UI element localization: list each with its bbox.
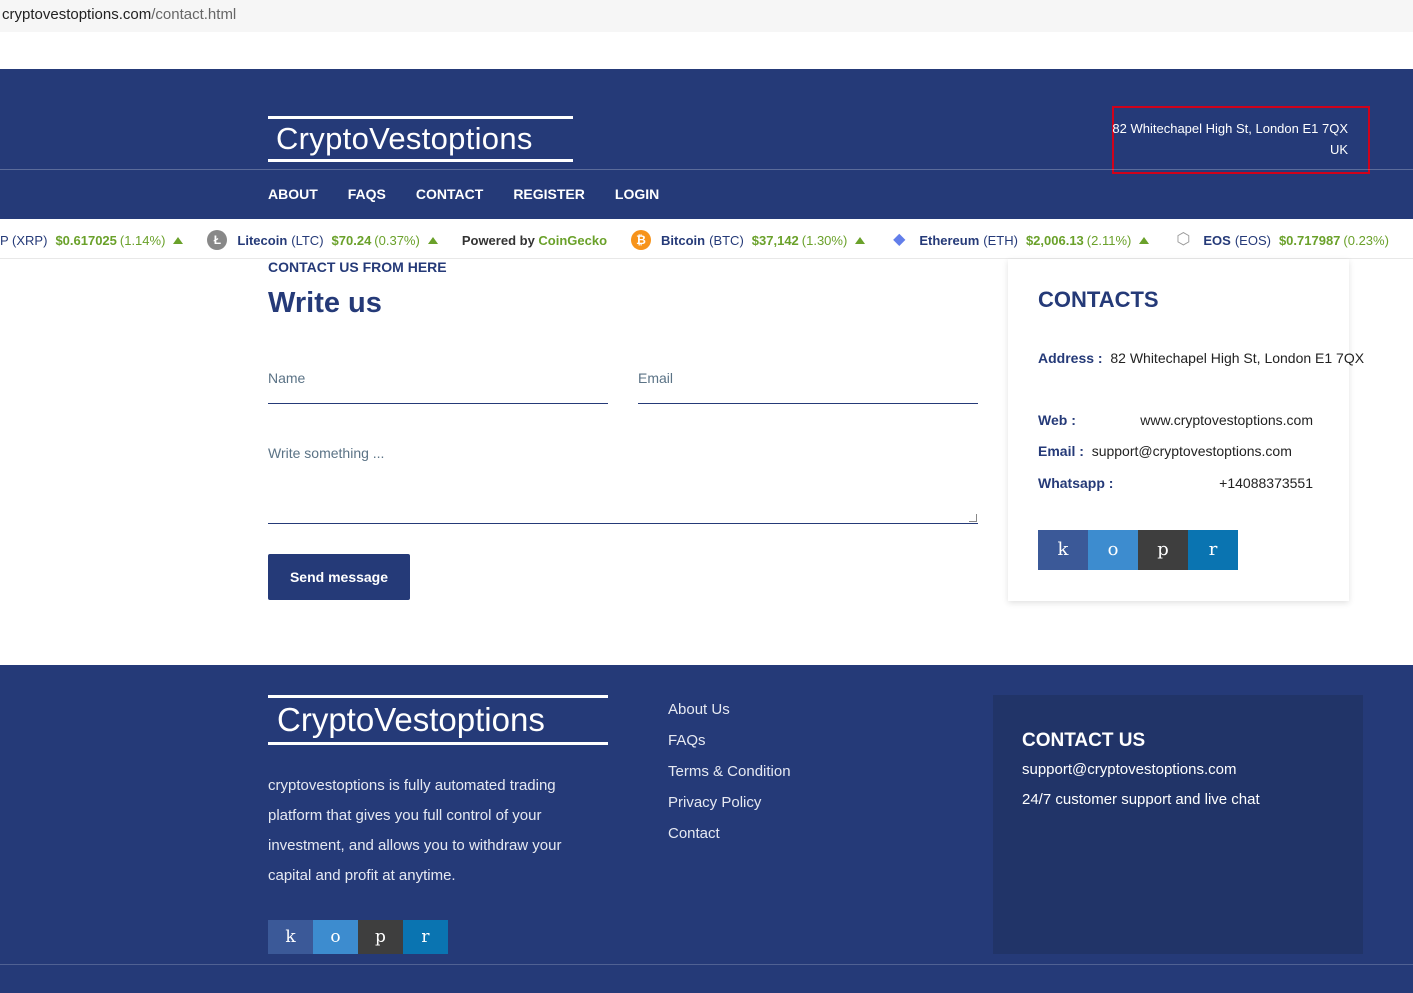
url-text[interactable]: cryptovestoptions.com/contact.html [2, 6, 236, 23]
price-ticker: P (XRP) $0.617025 (1.14%) Ł Litecoin (LT… [0, 219, 1413, 259]
footer-contact-title: CONTACT US [1022, 730, 1146, 751]
ticker-item-xrp[interactable]: P (XRP) $0.617025 (1.14%) [0, 233, 184, 248]
nav-faqs[interactable]: FAQS [348, 186, 386, 202]
bitcoin-icon: ₿ [631, 230, 652, 250]
contacts-title: CONTACTS [1038, 287, 1159, 312]
footer-description: cryptovestoptions is fully automated tra… [268, 777, 562, 884]
footer-contact-box: CONTACT US support@cryptovestoptions.com… [993, 695, 1363, 954]
contact-whatsapp: Whatsapp : +14088373551 [1038, 475, 1313, 491]
section-subtitle: CONTACT US FROM HERE [268, 259, 447, 275]
address-line-1: 82 Whitechapel High St, London E1 7QX [1112, 121, 1348, 136]
ethereum-icon: ◆ [893, 231, 906, 248]
nav-login[interactable]: LOGIN [615, 186, 659, 202]
footer-social-links: k o p r [268, 920, 448, 954]
spacer [0, 32, 1413, 69]
resize-handle-icon[interactable] [969, 514, 977, 522]
footer-link-privacy[interactable]: Privacy Policy [668, 794, 791, 825]
up-arrow-icon [173, 236, 184, 244]
address-line-2: UK [1329, 142, 1348, 157]
eos-icon: ⬡ [1176, 231, 1191, 248]
up-arrow-icon [855, 236, 866, 244]
address-bar[interactable]: cryptovestoptions.com/contact.html [0, 0, 1413, 32]
contacts-card: CONTACTS Address : 82 Whitechapel High S… [1008, 259, 1364, 601]
message-placeholder: Write something ... [268, 445, 385, 461]
main-nav: ABOUT FAQS CONTACT REGISTER LOGIN [268, 186, 659, 202]
footer-contact-email[interactable]: support@cryptovestoptions.com [1022, 761, 1237, 778]
footer-logo[interactable]: CryptoVestoptions [268, 695, 608, 745]
twitter-icon[interactable]: o [1088, 530, 1138, 570]
site-header: CryptoVestoptions 82 Whitechapel High St… [0, 69, 1413, 219]
nav-register[interactable]: REGISTER [513, 186, 585, 202]
facebook-icon[interactable]: k [1038, 530, 1088, 570]
email-input[interactable]: Email [638, 362, 978, 404]
up-arrow-icon [427, 236, 438, 244]
ticker-track: P (XRP) $0.617025 (1.14%) Ł Litecoin (LT… [0, 230, 1413, 250]
footer-link-about[interactable]: About Us [668, 701, 791, 732]
contact-web: Web : www.cryptovestoptions.com [1038, 412, 1313, 428]
card-social-links: k o p r [1038, 530, 1238, 570]
name-input[interactable]: Name [268, 362, 608, 404]
email-placeholder: Email [638, 370, 674, 386]
header-divider [0, 169, 1413, 170]
site-footer: CryptoVestoptions cryptovestoptions is f… [0, 665, 1413, 993]
nav-about[interactable]: ABOUT [268, 186, 318, 202]
footer-link-faqs[interactable]: FAQs [668, 732, 791, 763]
footer-link-terms[interactable]: Terms & Condition [668, 763, 791, 794]
litecoin-icon: Ł [207, 230, 228, 250]
twitter-icon[interactable]: o [313, 920, 358, 954]
ticker-item-eos[interactable]: ⬡ EOS (EOS) $0.717987 (0.23%) [1173, 230, 1389, 250]
footer-link-contact[interactable]: Contact [668, 825, 791, 856]
linkedin-icon[interactable]: r [403, 920, 448, 954]
contact-address: Address : 82 Whitechapel High St, London… [1038, 350, 1365, 366]
facebook-icon[interactable]: k [268, 920, 313, 954]
ticker-item-eth[interactable]: ◆ Ethereum (ETH) $2,006.13 (2.11%) [889, 230, 1150, 250]
site-logo[interactable]: CryptoVestoptions [268, 116, 573, 162]
message-textarea[interactable]: Write something ... [268, 437, 978, 524]
send-message-button[interactable]: Send message [268, 554, 410, 600]
section-title: Write us [268, 287, 382, 319]
contact-email: Email : support@cryptovestoptions.com [1038, 443, 1292, 459]
footer-divider [0, 964, 1413, 965]
up-arrow-icon [1139, 236, 1150, 244]
ticker-item-ltc[interactable]: Ł Litecoin (LTC) $70.24 (0.37%) [207, 230, 438, 250]
header-address: 82 Whitechapel High St, London E1 7QX UK [1112, 106, 1370, 174]
name-placeholder: Name [268, 370, 306, 386]
github-icon[interactable]: p [1138, 530, 1188, 570]
footer-links: About Us FAQs Terms & Condition Privacy … [668, 701, 791, 856]
ticker-item-btc[interactable]: ₿ Bitcoin (BTC) $37,142 (1.30%) [631, 230, 866, 250]
footer-contact-support: 24/7 customer support and live chat [1022, 791, 1260, 808]
powered-by-coingecko[interactable]: Powered by CoinGecko [462, 233, 607, 248]
linkedin-icon[interactable]: r [1188, 530, 1238, 570]
nav-contact[interactable]: CONTACT [416, 186, 483, 202]
github-icon[interactable]: p [358, 920, 403, 954]
